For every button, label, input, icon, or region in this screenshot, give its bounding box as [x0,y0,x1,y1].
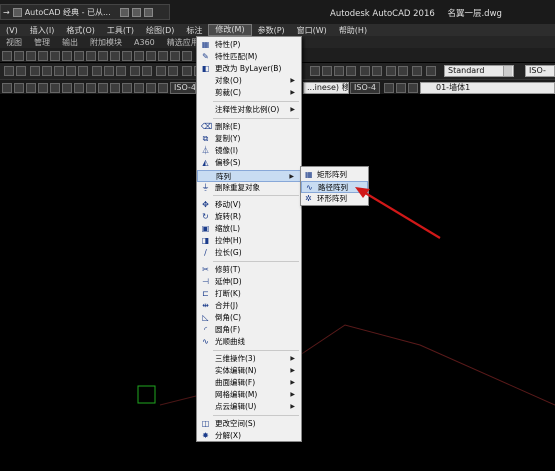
annotation-arrow [355,187,441,239]
